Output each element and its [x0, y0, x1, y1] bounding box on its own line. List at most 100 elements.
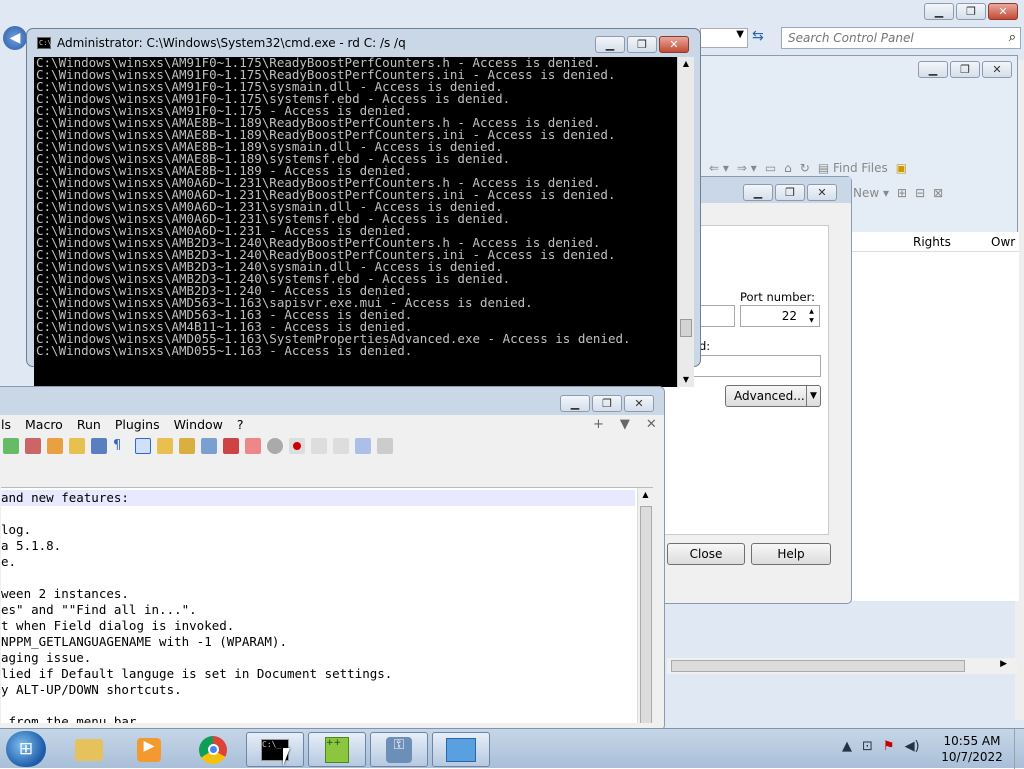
maximize-button[interactable]: ❐	[627, 36, 657, 53]
column-owner[interactable]: Owr	[991, 235, 1015, 249]
mouse-cursor-icon	[283, 748, 290, 766]
scroll-thumb[interactable]	[680, 319, 692, 337]
show-hidden-icons[interactable]: ▲	[842, 739, 852, 754]
close-button[interactable]: ✕	[624, 395, 654, 412]
eye-icon[interactable]	[267, 438, 283, 454]
maximize-button[interactable]: ❐	[592, 395, 622, 412]
lang-icon[interactable]	[157, 438, 173, 454]
menu-item-help[interactable]: ?	[237, 417, 244, 432]
volume-icon[interactable]: ◀)	[905, 739, 920, 754]
arrow-left-icon: ◀	[9, 30, 21, 46]
minus-icon[interactable]: ⊟	[915, 186, 925, 200]
menu-item-macro[interactable]: Macro	[25, 417, 63, 432]
close-button[interactable]: ✕	[807, 184, 837, 201]
wrap-icon[interactable]	[91, 438, 107, 454]
maximize-button[interactable]: ❐	[950, 61, 980, 78]
taskbar-cmd[interactable]: C:\_	[246, 732, 304, 767]
editor-line: log.	[1, 522, 32, 537]
taskbar-explorer[interactable]	[60, 732, 118, 767]
sync-scroll-icon[interactable]	[47, 438, 63, 454]
console-scrollbar[interactable]: ▲ ▼	[677, 57, 694, 387]
taskbar-winscp[interactable]: ⚿	[370, 732, 428, 767]
editor-text-area[interactable]: and new features: log. a 5.1.8. e. ween 2 in…	[1, 487, 653, 723]
taskbar-media-player[interactable]: ▶	[120, 732, 178, 767]
close-button[interactable]: ✕	[659, 36, 689, 53]
media-player-icon: ▶	[137, 737, 161, 762]
forward-nav-icon[interactable]: ⇒ ▾	[737, 161, 757, 175]
search-input[interactable]	[788, 29, 998, 47]
folder-icon[interactable]: ▭	[765, 161, 776, 175]
menu-item-plugins[interactable]: Plugins	[115, 417, 160, 432]
scroll-down-icon[interactable]: ▼	[678, 375, 694, 384]
action-center-icon[interactable]: ⚑	[883, 739, 895, 754]
port-stepper[interactable]: ▲ ▼	[805, 307, 818, 325]
refresh-button[interactable]: ⇆	[752, 28, 774, 48]
horizontal-scrollbar[interactable]: ▶	[667, 658, 1017, 674]
cmd-window: C:\ Administrator: C:\Windows\System32\c…	[26, 28, 701, 387]
advanced-button[interactable]: Advanced... ▼	[725, 385, 821, 407]
column-rights[interactable]: Rights	[913, 235, 951, 249]
minimize-button[interactable]: ▁	[918, 61, 948, 78]
run-macro-multiple-icon[interactable]	[355, 438, 371, 454]
menu-item-window[interactable]: Window	[174, 417, 223, 432]
host-field[interactable]	[699, 305, 735, 327]
refresh-icon[interactable]: ↻	[800, 161, 810, 175]
close-tab-icon[interactable]: ✕	[646, 417, 657, 432]
filter-icon[interactable]: ⊠	[933, 186, 943, 200]
add-tab-icon[interactable]: +	[593, 417, 604, 432]
taskbar-control-panel[interactable]	[432, 732, 490, 767]
start-button[interactable]: ⊞	[6, 731, 46, 767]
console-output[interactable]: C:\Windows\winsxs\AM91F0~1.175\ReadyBoos…	[34, 57, 694, 387]
play-macro-icon[interactable]	[333, 438, 349, 454]
network-icon[interactable]: ⊡	[862, 739, 873, 754]
file-list[interactable]	[851, 252, 1019, 601]
back-nav-icon[interactable]: ⇐ ▾	[709, 161, 729, 175]
menu-bar: ls Macro Run Plugins Window ?	[1, 417, 244, 432]
port-field[interactable]: 22 ▲ ▼	[740, 305, 820, 327]
show-desktop-button[interactable]	[1014, 729, 1024, 769]
menu-item-run[interactable]: Run	[77, 417, 101, 432]
close-button[interactable]: ✕	[982, 61, 1012, 78]
help-button[interactable]: Help	[751, 543, 831, 565]
scroll-up-icon[interactable]: ▲	[678, 57, 694, 68]
record-macro-icon[interactable]	[289, 438, 305, 454]
find-files-button[interactable]: ▤ Find Files	[818, 161, 888, 175]
indent-guide-icon[interactable]	[135, 438, 151, 454]
close-dialog-button[interactable]: Close	[667, 543, 745, 565]
maximize-button[interactable]: ❐	[775, 184, 805, 201]
taskbar-chrome[interactable]	[184, 732, 242, 767]
close-button[interactable]: ✕	[988, 3, 1018, 20]
tab-list-icon[interactable]: ▼	[620, 417, 630, 432]
editor-scrollbar[interactable]: ▲	[637, 488, 653, 723]
tree-icon[interactable]: ▣	[896, 161, 907, 175]
replace-icon[interactable]	[25, 438, 41, 454]
maximize-button[interactable]: ❐	[956, 3, 986, 20]
sync-h-icon[interactable]	[69, 438, 85, 454]
menu-item-settings[interactable]: ls	[1, 417, 11, 432]
stop-macro-icon[interactable]	[311, 438, 327, 454]
func-list-icon[interactable]	[201, 438, 217, 454]
winscp-icon: ⚿	[386, 736, 412, 763]
clock[interactable]: 10:55 AM 10/7/2022	[934, 733, 1010, 765]
folder-workspace-icon[interactable]	[223, 438, 239, 454]
taskbar-notepad-plus-plus[interactable]: ++	[308, 732, 366, 767]
plus-icon[interactable]: ⊞	[897, 186, 907, 200]
search-box[interactable]: ⌕	[781, 27, 1021, 49]
minimize-button[interactable]: ▁	[560, 395, 590, 412]
back-button[interactable]: ◀	[3, 26, 27, 50]
monitor-icon[interactable]	[245, 438, 261, 454]
minimize-button[interactable]: ▁	[924, 3, 954, 20]
scroll-thumb[interactable]	[640, 506, 652, 723]
scroll-right-icon[interactable]: ▶	[1000, 659, 1007, 669]
scroll-up-icon[interactable]: ▲	[638, 488, 653, 499]
doc-map-icon[interactable]	[179, 438, 195, 454]
minimize-button[interactable]: ▁	[595, 36, 625, 53]
address-dropdown[interactable]: ▼	[700, 28, 748, 48]
save-macro-icon[interactable]	[377, 438, 393, 454]
zoom-icon[interactable]	[3, 438, 19, 454]
home-icon[interactable]: ⌂	[784, 161, 792, 175]
pilcrow-icon[interactable]: ¶	[113, 438, 129, 454]
minimize-button[interactable]: ▁	[743, 184, 773, 201]
new-button[interactable]: New ▾	[853, 186, 889, 200]
chrome-icon	[199, 735, 227, 764]
